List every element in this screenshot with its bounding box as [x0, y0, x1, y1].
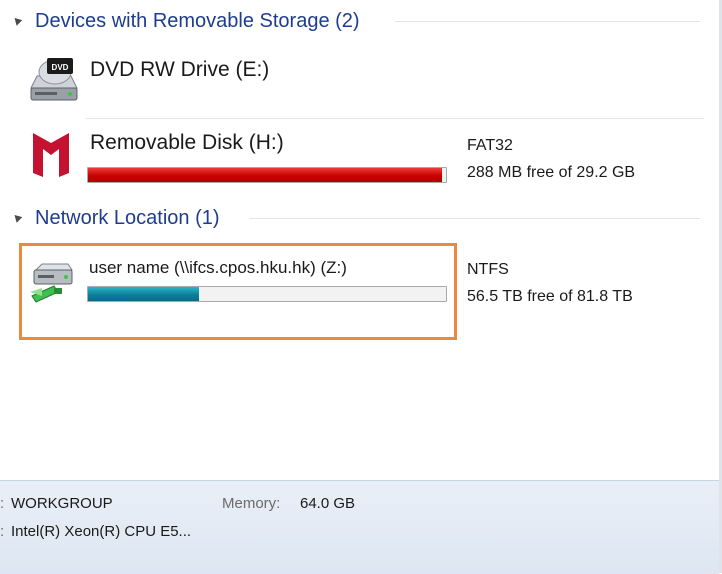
row-divider	[86, 118, 704, 119]
dvd-drive-icon: DVD	[27, 54, 79, 104]
selection-highlight-box	[19, 243, 457, 340]
mcafee-removable-disk-icon	[29, 129, 73, 179]
group-title: Devices with Removable Storage (2)	[35, 10, 360, 32]
dvd-logo-text: DVD	[52, 63, 69, 72]
group-title: Network Location (1)	[35, 207, 220, 229]
processor-colon: :	[0, 523, 5, 540]
workgroup-colon: :	[0, 495, 5, 512]
computer-content-pane: Devices with Removable Storage (2) DVD D…	[0, 0, 722, 480]
memory-value: 64.0 GB	[300, 495, 356, 512]
group-header-removable-storage[interactable]: Devices with Removable Storage (2)	[0, 9, 712, 35]
free-space-text: 288 MB free of 29.2 GB	[467, 164, 636, 181]
memory-label: Memory:	[222, 495, 281, 512]
filesystem-label: NTFS	[467, 261, 509, 278]
device-dvd-drive[interactable]: DVD DVD RW Drive (E:)	[20, 48, 450, 108]
usage-bar	[87, 167, 447, 183]
processor-value: Intel(R) Xeon(R) CPU E5...	[11, 523, 192, 540]
group-header-network-location[interactable]: Network Location (1)	[0, 206, 712, 232]
free-space-text: 56.5 TB free of 81.8 TB	[467, 288, 633, 305]
device-label: DVD RW Drive (E:)	[90, 58, 270, 81]
details-pane: : WORKGROUP Memory: 64.0 GB : Intel(R) X…	[0, 480, 719, 574]
expand-triangle-icon[interactable]	[11, 15, 23, 26]
expand-triangle-icon[interactable]	[11, 212, 23, 223]
filesystem-label: FAT32	[467, 137, 513, 154]
group-divider	[395, 21, 700, 22]
device-removable-disk[interactable]: Removable Disk (H:) FAT32 288 MB free of…	[20, 125, 690, 193]
device-label: Removable Disk (H:)	[90, 131, 284, 154]
usage-bar-fill	[88, 168, 443, 182]
group-divider	[249, 218, 700, 219]
workgroup-value: WORKGROUP	[11, 495, 113, 512]
